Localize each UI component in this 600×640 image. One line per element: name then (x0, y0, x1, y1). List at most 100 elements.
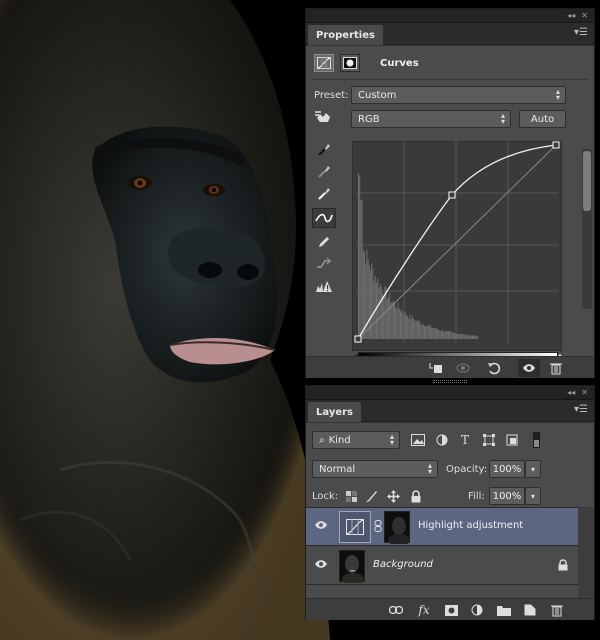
properties-body: Curves Preset: Custom ▴ ▾ RGB ▴ ▾ Auto (306, 46, 594, 378)
curve-point[interactable] (552, 141, 560, 149)
new-group-icon[interactable] (496, 602, 512, 618)
layer-style-fx-icon[interactable]: fx (416, 602, 432, 618)
tab-layers[interactable]: Layers (308, 402, 361, 422)
view-previous-state-icon[interactable] (456, 360, 472, 376)
lock-transparent-pixels-icon[interactable] (344, 489, 358, 503)
dropdown-arrows-icon: ▴ ▾ (555, 87, 560, 102)
histogram-bar (409, 314, 411, 339)
scrollbar-thumb[interactable] (583, 151, 591, 211)
histogram-bar (469, 335, 471, 339)
search-icon: ⌕ (319, 434, 325, 446)
channel-dropdown[interactable]: RGB ▴ ▾ (351, 110, 511, 128)
tab-properties[interactable]: Properties (308, 25, 383, 45)
histogram-bar (397, 302, 399, 339)
close-panel-icon[interactable]: ✕ (581, 11, 588, 20)
white-point-eyedropper-icon[interactable] (312, 183, 336, 203)
collapse-icon[interactable]: ◂◂ (567, 11, 575, 20)
visibility-eye-icon[interactable] (314, 520, 330, 534)
collapse-icon[interactable]: ◂◂ (567, 388, 575, 397)
histogram-bar (362, 250, 364, 339)
pencil-draw-curve-icon[interactable] (312, 232, 336, 252)
blend-mode-dropdown[interactable]: Normal ▴ ▾ (312, 460, 438, 478)
histogram-bar (445, 330, 447, 339)
layer-row-highlight-adjustment[interactable]: Highlight adjustment (306, 508, 578, 546)
fill-field[interactable]: 100% (489, 487, 525, 505)
histogram-bar (472, 335, 473, 339)
histogram-bar (396, 308, 398, 339)
dropdown-arrows-icon: ▴ ▾ (427, 461, 432, 476)
histogram-bar (385, 287, 387, 339)
auto-button[interactable]: Auto (519, 110, 566, 128)
layer-mask-thumbnail[interactable] (384, 511, 410, 546)
filter-toggle-icon[interactable] (528, 432, 544, 448)
histogram-bar (424, 326, 425, 339)
histogram-bar (379, 283, 381, 339)
visibility-eye-icon[interactable] (314, 559, 330, 573)
curve-point[interactable] (354, 335, 362, 343)
preset-value: Custom (358, 89, 397, 101)
histogram-bar (425, 326, 427, 339)
histogram-bar (408, 318, 410, 339)
layers-footer: fx (306, 598, 594, 620)
kind-filter-dropdown[interactable]: ⌕ Kind ▴ ▾ (312, 431, 400, 449)
clipping-warning-icon[interactable] (312, 277, 336, 297)
curves-adjustment-icon[interactable] (314, 54, 334, 72)
panel-menu-icon[interactable]: ▾☰ (574, 27, 588, 38)
layer-thumbnail (339, 550, 365, 585)
pixel-layer-filter-icon[interactable] (410, 432, 426, 448)
add-mask-icon[interactable] (443, 602, 459, 618)
edit-points-curve-icon[interactable] (312, 208, 336, 228)
opacity-slider-toggle[interactable]: ▾ (525, 460, 541, 478)
gray-point-eyedropper-icon[interactable] (312, 161, 336, 181)
curve-point[interactable] (448, 191, 456, 199)
histogram-bar (464, 334, 466, 339)
layer-name[interactable]: Background (373, 559, 433, 570)
reset-icon[interactable] (486, 360, 502, 376)
panel-resize-grip[interactable] (433, 380, 467, 383)
panel-menu-icon[interactable]: ▾☰ (574, 404, 588, 415)
histogram-bar (400, 311, 401, 339)
lock-image-pixels-icon[interactable] (364, 489, 378, 503)
lock-position-icon[interactable] (386, 489, 400, 503)
histogram-bar (377, 277, 379, 339)
smooth-curve-icon[interactable] (312, 254, 336, 274)
close-panel-icon[interactable]: ✕ (581, 388, 588, 397)
histogram-bar (443, 331, 445, 339)
new-layer-icon[interactable] (522, 602, 538, 618)
fill-label: Fill: (468, 491, 485, 502)
layer-mask-icon[interactable] (340, 54, 360, 72)
layer-row-background[interactable]: Background (306, 547, 578, 585)
black-point-eyedropper-icon[interactable] (312, 139, 336, 159)
preset-dropdown[interactable]: Custom ▴ ▾ (351, 86, 566, 104)
type-layer-filter-icon[interactable]: T (457, 432, 473, 448)
layer-name[interactable]: Highlight adjustment (418, 520, 523, 531)
histogram-bar (446, 330, 448, 339)
mask-link-icon[interactable] (374, 520, 382, 532)
histogram-bar (410, 318, 412, 339)
opacity-field[interactable]: 100% (489, 460, 525, 478)
histogram-bar (452, 332, 454, 339)
visibility-eye-icon[interactable] (518, 359, 540, 377)
histogram-bar (416, 321, 418, 339)
properties-scrollbar[interactable] (582, 149, 592, 309)
on-image-adjustment-icon[interactable] (312, 107, 336, 127)
adjustment-layer-filter-icon[interactable] (434, 432, 450, 448)
link-layers-icon[interactable] (388, 602, 404, 618)
clip-to-layer-icon[interactable] (428, 360, 444, 376)
fill-slider-toggle[interactable]: ▾ (525, 487, 541, 505)
new-adjustment-layer-icon[interactable] (469, 602, 485, 618)
trash-icon[interactable] (548, 360, 564, 376)
curves-graph[interactable] (352, 141, 562, 351)
histogram-bar (407, 315, 409, 339)
blend-mode-value: Normal (319, 463, 356, 475)
delete-layer-icon[interactable] (549, 602, 565, 618)
histogram-bar (404, 311, 406, 339)
lock-all-icon[interactable] (409, 489, 423, 503)
histogram-bar (442, 329, 443, 339)
shape-layer-filter-icon[interactable] (481, 432, 497, 448)
divider (312, 79, 588, 80)
smart-object-filter-icon[interactable] (504, 432, 520, 448)
histogram-bar (430, 325, 431, 339)
histogram-bar (403, 314, 405, 339)
preset-label: Preset: (314, 90, 349, 101)
